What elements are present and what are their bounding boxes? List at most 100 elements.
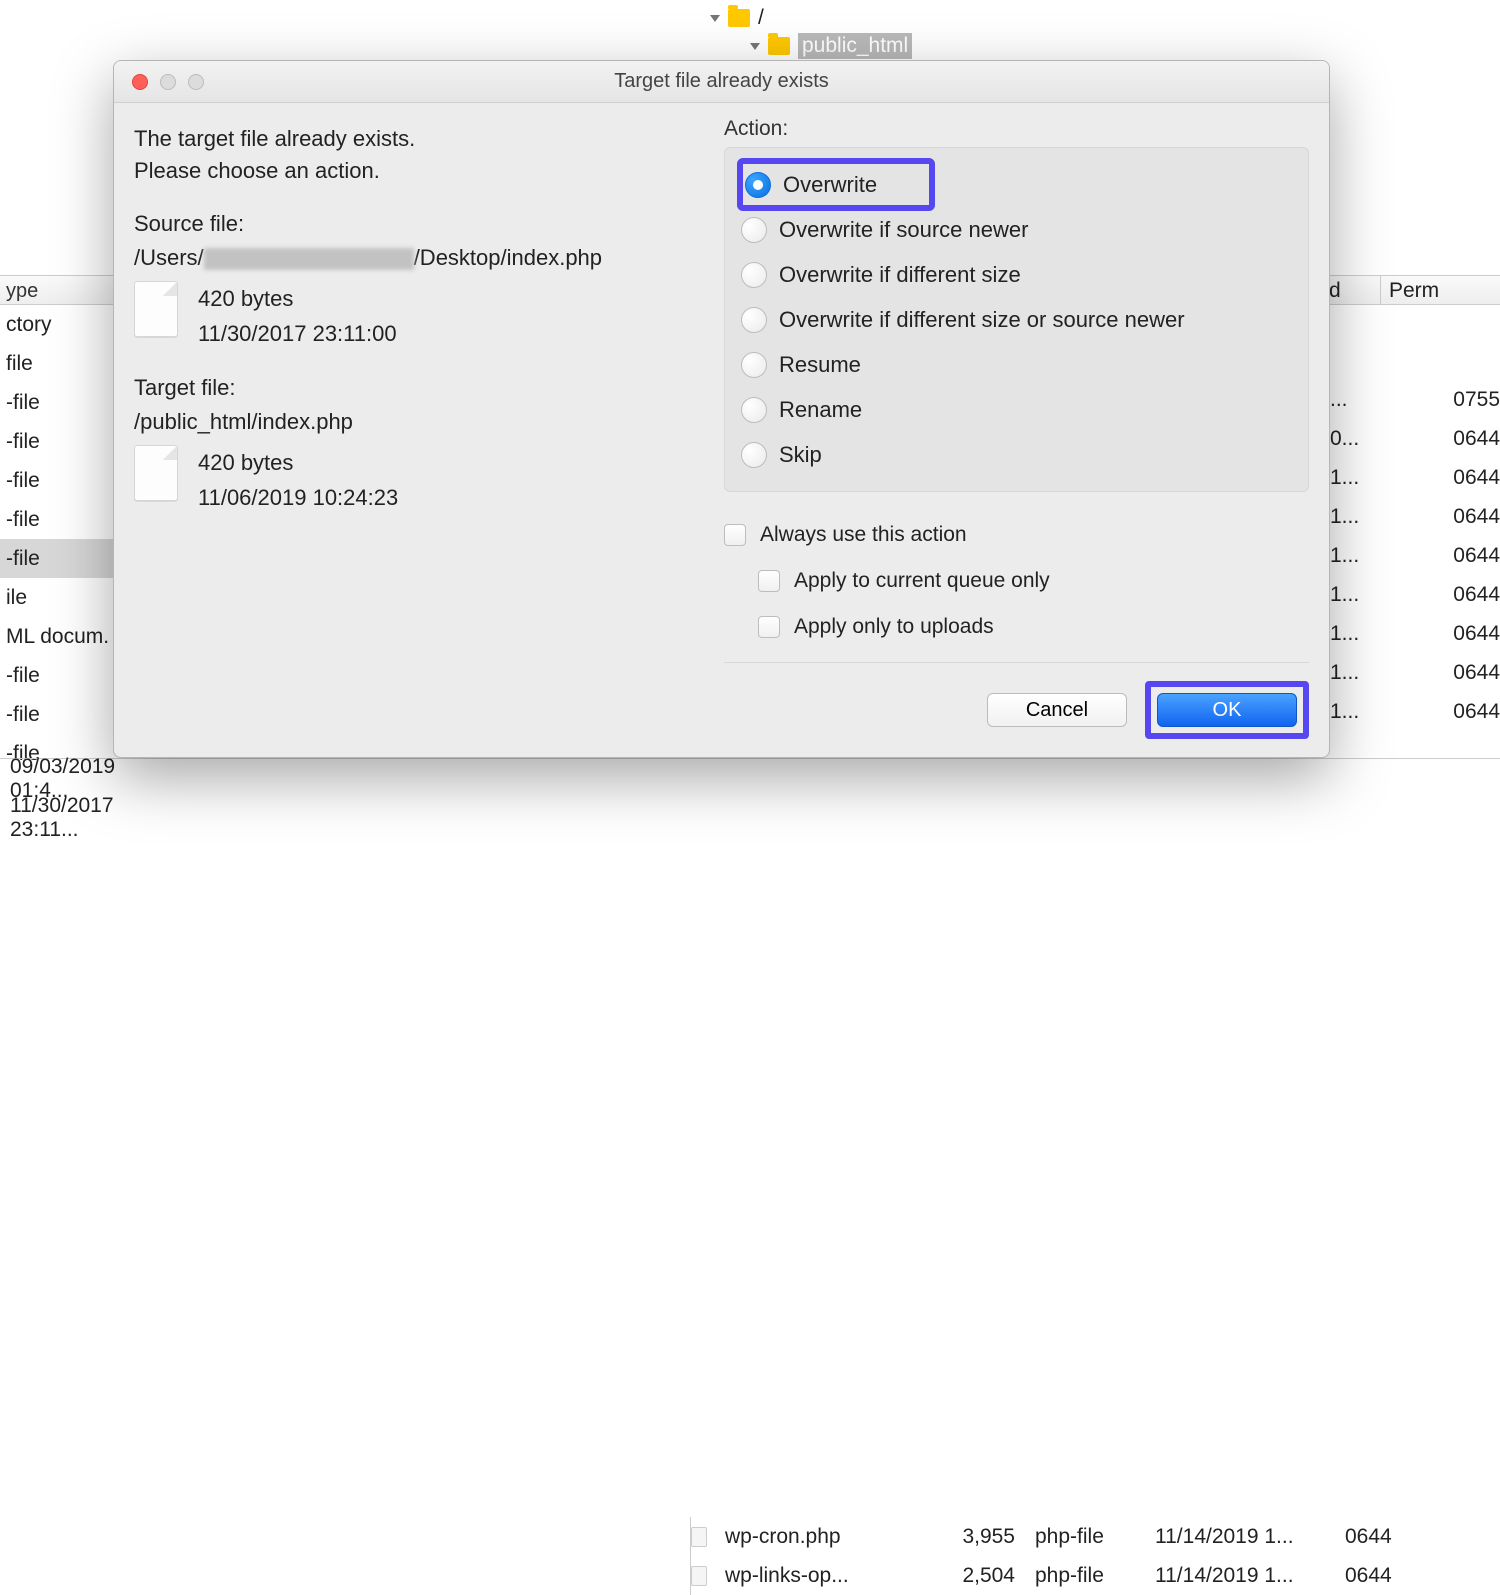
left-column-header: ype [0, 275, 120, 305]
file-icon [691, 1566, 707, 1586]
tree-row-root[interactable]: / [690, 4, 1390, 32]
file-icon [134, 445, 178, 501]
radio-icon[interactable] [741, 217, 767, 243]
right-columns: d Perm [1320, 275, 1500, 305]
table-row[interactable]: 1...0644 [1330, 575, 1500, 614]
path-prefix: /Users/ [134, 245, 204, 270]
type-cell[interactable]: -file [0, 422, 120, 461]
column-header[interactable]: Perm [1380, 275, 1500, 305]
chevron-down-icon[interactable] [750, 43, 760, 50]
radio-icon[interactable] [745, 172, 771, 198]
table-row[interactable]: 1...0644 [1330, 497, 1500, 536]
check-label: Apply to current queue only [794, 569, 1050, 593]
dialog-footer: Cancel OK [724, 662, 1309, 739]
table-row[interactable]: wp-links-op...2,504php-file11/14/2019 1.… [691, 1556, 1500, 1595]
table-row[interactable]: 1...0644 [1330, 692, 1500, 731]
bottom-area: 09/03/2019 01:4...11/30/2017 23:11... wp… [0, 758, 1500, 759]
info-pane: The target file already exists. Please c… [114, 103, 714, 757]
type-cell[interactable]: -file [0, 539, 120, 578]
radio-resume[interactable]: Resume [741, 342, 1292, 387]
radio-overwrite-newer[interactable]: Overwrite if source newer [741, 207, 1292, 252]
target-file-label: Target file: [134, 375, 694, 401]
window-controls [114, 74, 204, 90]
remote-tree: / public_html [690, 0, 1390, 60]
type-cell[interactable]: -file [0, 656, 120, 695]
source-file-date: 11/30/2017 23:11:00 [198, 316, 397, 351]
overwrite-dialog: Target file already exists The target fi… [113, 60, 1330, 758]
radio-rename[interactable]: Rename [741, 387, 1292, 432]
file-icon [691, 1527, 707, 1547]
message-line: Please choose an action. [134, 155, 694, 187]
folder-icon [768, 37, 790, 55]
message-line: The target file already exists. [134, 123, 694, 155]
checkbox-icon[interactable] [758, 570, 780, 592]
file-icon [134, 281, 178, 337]
radio-label: Overwrite if different size [779, 262, 1021, 288]
radio-overwrite-size[interactable]: Overwrite if different size [741, 252, 1292, 297]
check-label: Always use this action [760, 523, 967, 547]
type-cell[interactable]: -file [0, 500, 120, 539]
close-icon[interactable] [132, 74, 148, 90]
column-header[interactable]: ype [0, 275, 119, 305]
tree-label: public_html [798, 33, 912, 59]
source-file-path: /Users/ /Desktop/index.php [134, 245, 694, 271]
checkbox-icon[interactable] [724, 524, 746, 546]
table-row[interactable]: 1...0644 [1330, 614, 1500, 653]
radio-icon[interactable] [741, 262, 767, 288]
table-row[interactable]: wp-cron.php3,955php-file11/14/2019 1...0… [691, 1517, 1500, 1556]
dialog-title: Target file already exists [114, 70, 1329, 93]
radio-label: Overwrite if different size or source ne… [779, 307, 1185, 333]
type-cell[interactable]: file [0, 344, 120, 383]
radio-overwrite[interactable]: Overwrite [741, 162, 931, 207]
type-cell[interactable]: ML docum. [0, 617, 120, 656]
table-row[interactable]: 0...0644 [1330, 419, 1500, 458]
check-always[interactable]: Always use this action [724, 512, 1309, 558]
radio-icon[interactable] [741, 307, 767, 333]
type-cell[interactable]: ile [0, 578, 120, 617]
radio-label: Overwrite [783, 172, 877, 198]
radio-label: Overwrite if source newer [779, 217, 1028, 243]
folder-icon [728, 9, 750, 27]
check-apply-queue[interactable]: Apply to current queue only [724, 558, 1309, 604]
table-row[interactable]: 09/03/2019 01:4... [0, 759, 690, 798]
ok-button[interactable]: OK [1157, 693, 1297, 727]
table-row[interactable]: 11/30/2017 23:11... [0, 798, 690, 837]
type-cell[interactable]: ctory [0, 305, 120, 344]
tree-label: / [758, 6, 764, 30]
cancel-button[interactable]: Cancel [987, 693, 1127, 727]
action-label: Action: [724, 117, 1309, 141]
zoom-icon [188, 74, 204, 90]
radio-icon[interactable] [741, 397, 767, 423]
redacted-segment [204, 248, 414, 270]
target-file-size: 420 bytes [198, 445, 398, 480]
radio-icon[interactable] [741, 352, 767, 378]
chevron-down-icon[interactable] [710, 15, 720, 22]
minimize-icon [160, 74, 176, 90]
source-file-size: 420 bytes [198, 281, 397, 316]
table-row[interactable]: 1...0644 [1330, 458, 1500, 497]
target-file-path: /public_html/index.php [134, 409, 694, 435]
type-cell[interactable]: -file [0, 695, 120, 734]
radio-overwrite-size-newer[interactable]: Overwrite if different size or source ne… [741, 297, 1292, 342]
check-apply-uploads[interactable]: Apply only to uploads [724, 604, 1309, 650]
table-row[interactable]: 1...0644 [1330, 536, 1500, 575]
radio-label: Resume [779, 352, 861, 378]
type-cell[interactable]: -file [0, 461, 120, 500]
radio-label: Rename [779, 397, 862, 423]
source-file-label: Source file: [134, 211, 694, 237]
titlebar: Target file already exists [114, 61, 1329, 103]
tree-row-child[interactable]: public_html [690, 32, 1390, 60]
radio-icon[interactable] [741, 442, 767, 468]
check-label: Apply only to uploads [794, 615, 994, 639]
action-group: Overwrite Overwrite if source newer Over… [724, 147, 1309, 492]
type-cell[interactable]: -file [0, 383, 120, 422]
table-row[interactable]: 1...0644 [1330, 653, 1500, 692]
checkbox-icon[interactable] [758, 616, 780, 638]
radio-skip[interactable]: Skip [741, 432, 1292, 477]
right-column-values: ...07550...06441...06441...06441...06441… [1330, 380, 1500, 731]
left-type-column: ctoryfile-file-file-file-file-fileileML … [0, 305, 120, 773]
target-file-date: 11/06/2019 10:24:23 [198, 480, 398, 515]
table-row[interactable]: ...0755 [1330, 380, 1500, 419]
radio-label: Skip [779, 442, 822, 468]
path-suffix: /Desktop/index.php [414, 245, 602, 270]
